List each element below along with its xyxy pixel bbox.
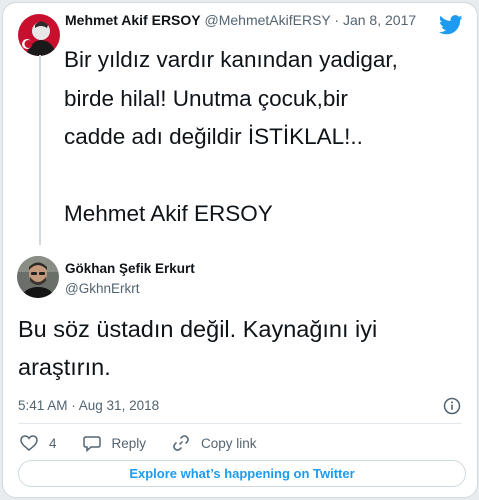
quoted-date[interactable]: Jan 8, 2017 <box>343 12 416 28</box>
info-icon[interactable] <box>443 397 461 415</box>
like-count: 4 <box>49 435 57 451</box>
tweet-text: Bu söz üstadın değil. Kaynağını iyi araş… <box>18 316 378 380</box>
avatar-gokhan[interactable] <box>17 256 59 298</box>
tweet-embed-card: Mehmet Akif ERSOY @MehmetAkifERSY · Jan … <box>2 2 478 498</box>
avatar-mehmet-akif[interactable] <box>18 14 60 56</box>
tweet-actions: 4 Reply Copy link <box>20 433 283 453</box>
tweet-timestamp[interactable]: 5:41 AM · Aug 31, 2018 <box>18 398 159 413</box>
quoted-author-handle[interactable]: @MehmetAkifERSY <box>205 12 331 28</box>
divider <box>18 423 462 424</box>
thread-connector-line <box>39 55 41 245</box>
quoted-tweet-text: Bir yıldız vardır kanından yadigar, bird… <box>64 47 398 226</box>
like-button[interactable]: 4 <box>20 435 57 451</box>
quoted-author-name[interactable]: Mehmet Akif ERSOY <box>65 12 201 28</box>
meta-separator: · <box>334 12 340 28</box>
reply-bubble-icon <box>82 435 101 452</box>
heart-icon <box>20 435 38 451</box>
explore-twitter-button[interactable]: Explore what’s happening on Twitter <box>18 460 466 487</box>
copy-link-button[interactable]: Copy link <box>172 434 257 452</box>
link-icon <box>173 435 189 451</box>
reply-button[interactable]: Reply <box>82 435 147 452</box>
copy-link-label: Copy link <box>201 435 257 451</box>
reply-label: Reply <box>111 435 147 451</box>
author-name[interactable]: Gökhan Şefik Erkurt <box>65 261 195 276</box>
twitter-bird-icon[interactable] <box>439 15 463 35</box>
author-handle[interactable]: @GkhnErkrt <box>65 281 139 296</box>
quoted-tweet-header: Mehmet Akif ERSOY @MehmetAkifERSY · Jan … <box>65 12 416 28</box>
